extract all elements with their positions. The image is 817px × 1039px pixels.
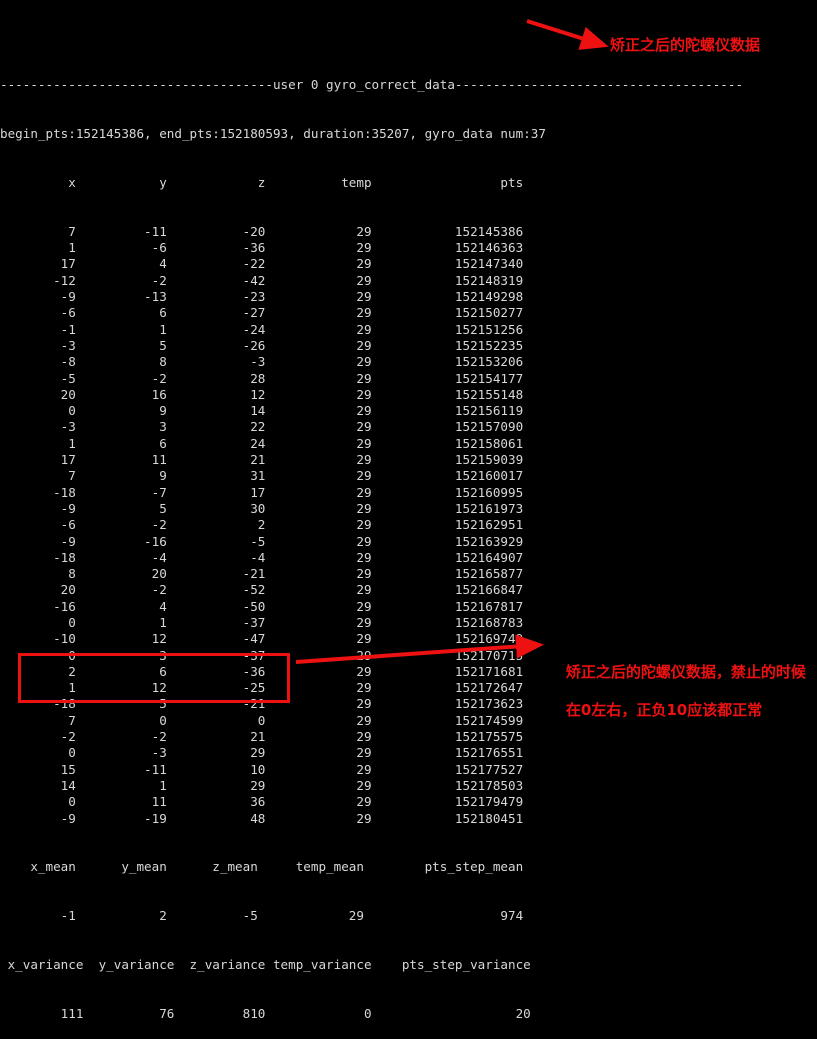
gyro-data-row: -6 -2 2 29 152162951 xyxy=(0,517,524,533)
gyro-data-row: -8 8 -3 29 152153206 xyxy=(0,354,524,370)
gyro-data-rows: 7 -11 -20 29 152145386 1 -6 -36 29 15214… xyxy=(0,224,817,827)
gyro-data-row: 0 1 -37 29 152168783 xyxy=(0,614,524,630)
gyro-data-row: 14 1 29 29 152178503 xyxy=(0,777,524,793)
variance-header-row: x_variance y_variance z_variance temp_va… xyxy=(0,957,531,973)
variance-values-row: 111 76 810 0 20 xyxy=(0,1006,531,1022)
gyro-data-row: -6 6 -27 29 152150277 xyxy=(0,305,524,321)
gyro-data-row: 7 -11 -20 29 152145386 xyxy=(0,223,524,239)
gyro-data-row: 20 -2 -52 29 152166847 xyxy=(0,582,524,598)
session-summary-line: begin_pts:152145386, end_pts:152180593, … xyxy=(0,126,546,142)
gyro-data-row: -10 12 -47 29 152169749 xyxy=(0,631,524,647)
gyro-data-row: -18 -4 -4 29 152164907 xyxy=(0,549,524,565)
mean-header-row: x_mean y_mean z_mean temp_mean pts_step_… xyxy=(0,859,524,875)
gyro-data-row: 17 11 21 29 152159039 xyxy=(0,452,524,468)
gyro-data-row: -18 -7 17 29 152160995 xyxy=(0,484,524,500)
gyro-data-row: -18 5 -21 29 152173623 xyxy=(0,696,524,712)
gyro-data-row: 1 12 -25 29 152172647 xyxy=(0,680,524,696)
gyro-data-row: 20 16 12 29 152155148 xyxy=(0,386,524,402)
gyro-data-row: 1 -6 -36 29 152146363 xyxy=(0,240,524,256)
gyro-data-row: -16 4 -50 29 152167817 xyxy=(0,598,524,614)
gyro-data-row: 0 -3 29 29 152176551 xyxy=(0,745,524,761)
gyro-data-row: 0 3 -37 29 152170715 xyxy=(0,647,524,663)
section-separator-line: ------------------------------------user… xyxy=(0,77,744,93)
gyro-data-row: -1 1 -24 29 152151256 xyxy=(0,321,524,337)
gyro-data-row: 8 20 -21 29 152165877 xyxy=(0,566,524,582)
gyro-data-row: 0 9 14 29 152156119 xyxy=(0,403,524,419)
terminal-top-padding xyxy=(0,33,817,45)
gyro-data-row: -3 3 22 29 152157090 xyxy=(0,419,524,435)
gyro-data-row: -9 5 30 29 152161973 xyxy=(0,500,524,516)
gyro-data-row: -9 -13 -23 29 152149298 xyxy=(0,289,524,305)
gyro-data-row: 1 6 24 29 152158061 xyxy=(0,435,524,451)
gyro-data-row: 15 -11 10 29 152177527 xyxy=(0,761,524,777)
terminal-output[interactable]: ------------------------------------user… xyxy=(0,0,817,1021)
column-header-row: x y z temp pts xyxy=(0,174,524,190)
gyro-data-row: 0 11 36 29 152179479 xyxy=(0,794,524,810)
gyro-data-row: -9 -16 -5 29 152163929 xyxy=(0,533,524,549)
gyro-data-row: 7 9 31 29 152160017 xyxy=(0,468,524,484)
gyro-data-row: 7 0 0 29 152174599 xyxy=(0,712,524,728)
gyro-data-row: 17 4 -22 29 152147340 xyxy=(0,256,524,272)
gyro-data-row: -12 -2 -42 29 152148319 xyxy=(0,272,524,288)
gyro-data-row: -5 -2 28 29 152154177 xyxy=(0,370,524,386)
gyro-data-row: -2 -2 21 29 152175575 xyxy=(0,729,524,745)
gyro-data-row: 2 6 -36 29 152171681 xyxy=(0,663,524,679)
gyro-data-row: -9 -19 48 29 152180451 xyxy=(0,810,524,826)
mean-values-row: -1 2 -5 29 974 xyxy=(0,908,524,924)
gyro-data-row: -3 5 -26 29 152152235 xyxy=(0,337,524,353)
